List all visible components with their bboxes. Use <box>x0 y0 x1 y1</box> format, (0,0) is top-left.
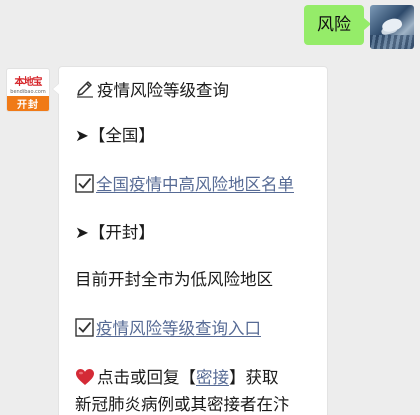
national-header: ➤【全国】 <box>75 126 155 145</box>
title-line: 疫情风险等级查询 <box>75 79 229 105</box>
promo-line-2: 新冠肺炎病例或其密接者在汴 <box>75 395 290 414</box>
heart-icon <box>75 368 95 392</box>
national-link-line[interactable]: 全国疫情中高风险地区名单 <box>75 174 294 199</box>
account-logo-site: bendibao.com <box>10 89 46 95</box>
promo-prefix: 点击或回复【 <box>97 368 196 387</box>
title-text: 疫情风险等级查询 <box>97 81 229 100</box>
checkbox-icon <box>75 174 94 199</box>
promo-line: 点击或回复【密接】获取 <box>75 367 279 392</box>
city-link-line[interactable]: 疫情风险等级查询入口 <box>75 318 261 343</box>
account-logo-city: 开封 <box>7 96 49 111</box>
pencil-icon <box>75 79 95 105</box>
account-avatar[interactable]: 本地宝 bendibao.com 开封 <box>6 68 50 112</box>
account-logo-text: 本地宝 <box>14 77 43 88</box>
chat-screen: 风险 本地宝 bendibao.com 开封 疫情风险等级查询 ➤【全国】 全国… <box>0 0 420 415</box>
user-avatar[interactable] <box>370 5 414 49</box>
city-header: ➤【开封】 <box>75 223 155 242</box>
national-risk-list-link[interactable]: 全国疫情中高风险地区名单 <box>96 175 294 194</box>
city-status-text: 目前开封全市为低风险地区 <box>75 270 273 289</box>
outgoing-message-text: 风险 <box>317 15 351 35</box>
water-image <box>370 35 414 49</box>
bird-image <box>380 16 404 34</box>
outgoing-message-bubble[interactable]: 风险 <box>304 5 371 45</box>
incoming-message-bubble: 疫情风险等级查询 ➤【全国】 全国疫情中高风险地区名单 ➤【开封】 目前开封全市… <box>52 66 328 415</box>
keyword-link[interactable]: 密接 <box>196 368 229 387</box>
risk-query-entry-link[interactable]: 疫情风险等级查询入口 <box>96 319 261 338</box>
checkbox-icon <box>75 318 94 343</box>
promo-suffix: 】获取 <box>229 368 279 387</box>
